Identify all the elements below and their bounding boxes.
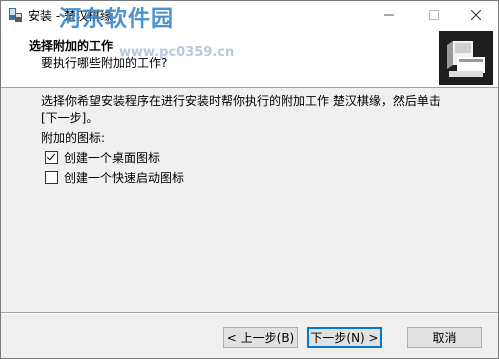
page-title: 选择附加的工作: [29, 39, 114, 53]
wizard-content: 选择你希望安装程序在进行安装时帮你执行的附加工作 楚汉棋缘，然后单击 [下一步]…: [1, 88, 498, 308]
desktop-icon-option[interactable]: 创建一个桌面图标: [45, 149, 160, 165]
footer-divider: [1, 312, 498, 314]
quicklaunch-icon-checkbox[interactable]: [45, 170, 58, 184]
quicklaunch-icon-option[interactable]: 创建一个快速启动图标: [45, 169, 184, 185]
next-button[interactable]: 下一步(N) >: [307, 327, 382, 348]
setup-app-icon: [9, 8, 22, 22]
title-bar[interactable]: 安装 - 楚汉棋缘 河东软件园: [1, 1, 498, 32]
close-icon: [470, 10, 481, 20]
desktop-icon-label[interactable]: 创建一个桌面图标: [64, 149, 160, 166]
close-button[interactable]: [453, 1, 498, 29]
setup-computer-icon: [439, 31, 493, 85]
maximize-button[interactable]: [411, 1, 456, 29]
quicklaunch-icon-label[interactable]: 创建一个快速启动图标: [64, 169, 184, 186]
additional-icons-label: 附加的图标:: [41, 131, 106, 145]
maximize-icon: [428, 10, 439, 20]
minimize-icon: [383, 14, 394, 16]
installer-window: 安装 - 楚汉棋缘 河东软件园 选择附加的工作 要执行哪些附加的工作? www.…: [0, 0, 499, 359]
instructions-text: 选择你希望安装程序在进行安装时帮你执行的附加工作 楚汉棋缘，然后单击 [下一步]…: [41, 94, 441, 125]
cancel-button[interactable]: 取消: [407, 327, 482, 348]
watermark-url: www.pc0359.cn: [119, 45, 235, 60]
wizard-header: 选择附加的工作 要执行哪些附加的工作?: [1, 29, 498, 88]
back-button[interactable]: < 上一步(B): [223, 327, 298, 348]
minimize-button[interactable]: [366, 1, 411, 29]
desktop-icon-checkbox[interactable]: [45, 150, 58, 164]
